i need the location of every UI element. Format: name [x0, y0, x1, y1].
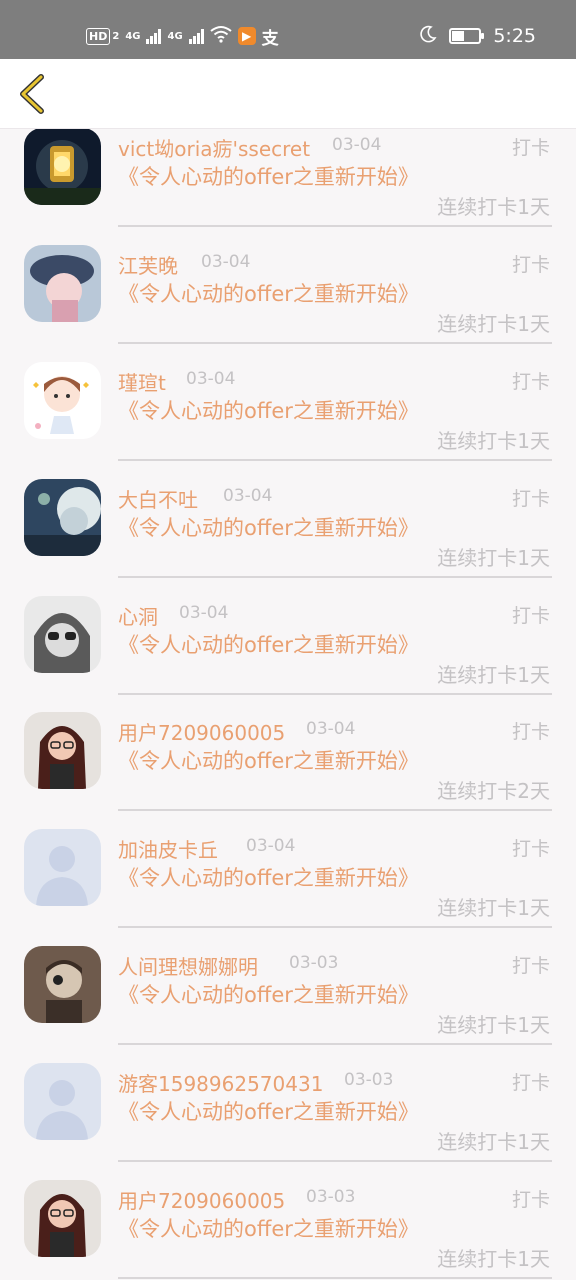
clock: 5:25	[493, 25, 536, 47]
moon-icon	[419, 25, 437, 48]
checkin-date: 03-04	[201, 252, 251, 272]
checkin-date: 03-04	[332, 135, 382, 155]
checkin-date: 03-03	[289, 953, 339, 973]
list-item[interactable]: 加油皮卡丘 03-04 打卡《令人心动的offer之重新开始》 连续打卡1天	[0, 819, 576, 936]
avatar[interactable]	[24, 829, 101, 906]
user-name[interactable]: 瑾瑄t	[118, 367, 166, 396]
book-title[interactable]: 《令人心动的offer之重新开始》	[118, 630, 419, 660]
status-bar: HD 2 4G 4G ▶ 支 5:25	[0, 0, 576, 59]
checkin-date: 03-04	[306, 719, 356, 739]
book-title[interactable]: 《令人心动的offer之重新开始》	[118, 746, 419, 776]
streak-count: 连续打卡1天	[437, 663, 550, 687]
network-type-2: 4G	[167, 30, 183, 42]
back-button[interactable]	[12, 72, 52, 116]
book-title[interactable]: 《令人心动的offer之重新开始》	[118, 396, 419, 426]
divider	[118, 693, 552, 695]
divider	[118, 1277, 552, 1279]
book-title[interactable]: 《令人心动的offer之重新开始》	[118, 863, 419, 893]
divider	[118, 576, 552, 578]
avatar[interactable]	[24, 712, 101, 789]
book-title[interactable]: 《令人心动的offer之重新开始》	[118, 1214, 419, 1244]
book-title[interactable]: 《令人心动的offer之重新开始》	[118, 980, 419, 1010]
checkin-label: 打卡	[511, 371, 550, 393]
streak-count: 连续打卡1天	[437, 195, 550, 219]
alipay-icon: 支	[261, 28, 279, 49]
checkin-list: vict坳oria疬'ssecret 03-04 打卡 《令人心动的offer之重新开…	[0, 129, 576, 1280]
checkin-date: 03-03	[306, 1187, 356, 1207]
user-name[interactable]: 用户7209060005	[118, 717, 285, 746]
book-title[interactable]: 《令人心动的offer之重新开始》	[118, 1097, 419, 1127]
signal-icon	[146, 28, 162, 44]
avatar[interactable]	[24, 946, 101, 1023]
avatar[interactable]	[24, 129, 101, 205]
book-title[interactable]: 《令人心动的offer之重新开始》	[118, 513, 419, 543]
divider	[118, 459, 552, 461]
list-item[interactable]: 游客1598962570431 03-03 打卡《令人心动的offer之重新开始》连…	[0, 1053, 576, 1170]
wifi-icon	[210, 25, 232, 47]
streak-count: 连续打卡1天	[437, 1013, 550, 1037]
divider	[118, 809, 552, 811]
checkin-date: 03-04	[186, 369, 236, 389]
divider	[118, 225, 552, 227]
avatar[interactable]	[24, 596, 101, 673]
checkin-label: 打卡	[511, 488, 550, 510]
nav-header	[0, 59, 576, 129]
battery-icon	[449, 28, 485, 44]
avatar[interactable]	[24, 362, 101, 439]
avatar[interactable]	[24, 1180, 101, 1257]
signal-icon-2	[188, 28, 204, 44]
checkin-label: 打卡	[511, 254, 550, 276]
streak-count: 连续打卡1天	[437, 312, 550, 336]
video-app-icon: ▶	[237, 27, 256, 45]
list-item[interactable]: 瑾瑄t 03-04 打卡《令人心动的offer之重新开始》 连续打卡1天	[0, 352, 576, 469]
avatar[interactable]	[24, 1063, 101, 1140]
checkin-date: 03-04	[223, 486, 273, 506]
checkin-label: 打卡	[511, 838, 550, 860]
checkin-date: 03-04	[246, 836, 296, 856]
divider	[118, 1160, 552, 1162]
user-name[interactable]: 江芙晚	[118, 250, 178, 279]
list-item[interactable]: 人间理想娜娜明 03-03 打卡《令人心动的offer之重新开始》 连续打卡1天	[0, 936, 576, 1053]
streak-count: 连续打卡1天	[437, 1247, 550, 1271]
list-item[interactable]: 用户7209060005 03-03 打卡《令人心动的offer之重新开始》 连续打卡…	[0, 1170, 576, 1280]
user-name[interactable]: 人间理想娜娜明	[118, 951, 258, 980]
divider	[118, 926, 552, 928]
user-name[interactable]: 大白不吐	[118, 484, 198, 513]
checkin-label: 打卡	[511, 955, 550, 977]
user-name[interactable]: vict坳oria疬'ssecret	[118, 133, 310, 162]
user-name[interactable]: 用户7209060005	[118, 1185, 285, 1214]
checkin-label: 打卡	[511, 1189, 550, 1211]
hd-sub: 2	[112, 30, 120, 42]
checkin-label: 打卡	[511, 605, 550, 627]
streak-count: 连续打卡1天	[437, 546, 550, 570]
avatar[interactable]	[24, 479, 101, 556]
checkin-date: 03-04	[179, 603, 229, 623]
battery-level	[452, 31, 465, 41]
streak-count: 连续打卡1天	[437, 896, 550, 920]
list-item[interactable]: 心洞 03-04 打卡《令人心动的offer之重新开始》 连续打卡1天	[0, 586, 576, 703]
hd-badge: HD	[86, 27, 111, 45]
checkin-date: 03-03	[344, 1070, 394, 1090]
streak-count: 连续打卡2天	[437, 779, 550, 803]
network-type-1: 4G	[125, 30, 141, 42]
book-title[interactable]: 《令人心动的offer之重新开始》	[118, 162, 419, 192]
avatar[interactable]	[24, 245, 101, 322]
chevron-left-icon	[20, 74, 44, 114]
user-name[interactable]: 加油皮卡丘	[118, 834, 218, 863]
list-item[interactable]: 大白不吐 03-04 打卡《令人心动的offer之重新开始》 连续打卡1天	[0, 469, 576, 586]
list-item[interactable]: 用户7209060005 03-04 打卡《令人心动的offer之重新开始》 连续打卡…	[0, 702, 576, 819]
divider	[118, 342, 552, 344]
user-name[interactable]: 游客1598962570431	[118, 1068, 323, 1097]
checkin-label: 打卡	[511, 721, 550, 743]
list-item[interactable]: vict坳oria疬'ssecret 03-04 打卡《令人心动的offer之重新开…	[0, 129, 576, 235]
streak-count: 连续打卡1天	[437, 1130, 550, 1154]
user-name[interactable]: 心洞	[118, 601, 158, 630]
checkin-label: 打卡	[511, 137, 550, 159]
checkin-label: 打卡	[511, 1072, 550, 1094]
streak-count: 连续打卡1天	[437, 429, 550, 453]
list-item[interactable]: 江芙晚 03-04 打卡《令人心动的offer之重新开始》 连续打卡1天	[0, 235, 576, 352]
book-title[interactable]: 《令人心动的offer之重新开始》	[118, 279, 419, 309]
divider	[118, 1043, 552, 1045]
